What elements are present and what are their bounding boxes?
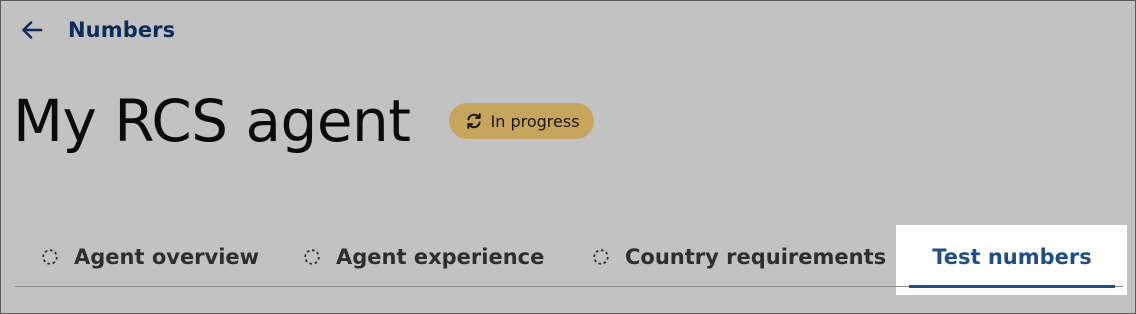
status-badge-label: In progress <box>490 111 580 131</box>
tab-label: Agent overview <box>74 245 260 269</box>
pending-circle-icon <box>592 248 610 266</box>
tab-label: Country requirements <box>625 245 887 269</box>
tab-bar: Agent overview Agent experience Country … <box>1 229 1135 287</box>
arrow-left-icon <box>19 17 45 43</box>
pending-circle-icon <box>41 248 59 266</box>
sync-icon <box>465 112 483 130</box>
header: My RCS agent In progress <box>13 81 594 161</box>
tab-label: Test numbers <box>932 245 1092 269</box>
tab-agent-experience[interactable]: Agent experience <box>303 229 544 285</box>
tab-test-numbers[interactable]: Test numbers <box>911 229 1113 285</box>
back-link-label: Numbers <box>68 18 176 42</box>
active-tab-indicator <box>909 285 1115 288</box>
status-badge: In progress <box>448 103 594 139</box>
pending-circle-icon <box>303 248 321 266</box>
tab-country-requirements[interactable]: Country requirements <box>592 229 886 285</box>
page-title: My RCS agent <box>13 87 411 155</box>
tab-label: Agent experience <box>336 245 545 269</box>
back-link[interactable]: Numbers <box>19 15 175 45</box>
page-frame: Numbers My RCS agent In progress Agent o… <box>0 0 1136 314</box>
tab-agent-overview[interactable]: Agent overview <box>41 229 259 285</box>
